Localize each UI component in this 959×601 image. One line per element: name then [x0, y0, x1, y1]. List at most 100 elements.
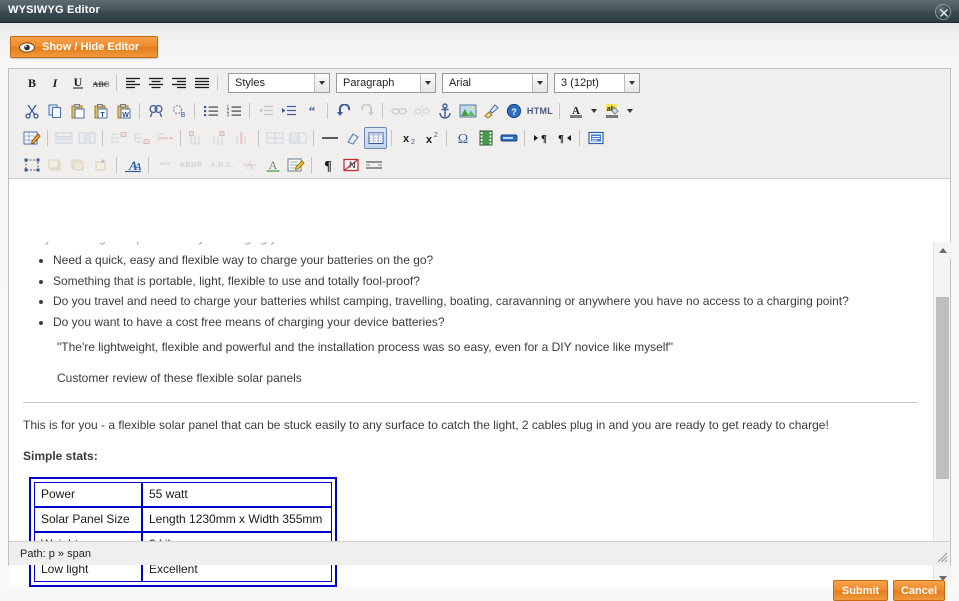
- help-icon[interactable]: ?: [502, 100, 525, 122]
- find-replace-icon[interactable]: B: [167, 100, 190, 122]
- anchor-icon[interactable]: [433, 100, 456, 122]
- svg-text:U: U: [73, 76, 82, 89]
- eye-icon: [19, 42, 35, 53]
- indent-icon[interactable]: [277, 100, 300, 122]
- toolbar-separator: [313, 130, 314, 146]
- insert-text-icon[interactable]: A: [261, 154, 284, 176]
- scroll-up-button[interactable]: [934, 242, 951, 259]
- insert-layer-box-icon[interactable]: [20, 154, 43, 176]
- text-color-chevron-icon[interactable]: [587, 100, 600, 122]
- close-icon[interactable]: [935, 4, 951, 20]
- font-size-dropdown[interactable]: 3 (12pt): [554, 73, 640, 93]
- delete-row-icon[interactable]: [153, 127, 176, 149]
- undo-icon[interactable]: [332, 100, 355, 122]
- toggle-guidelines-icon[interactable]: [364, 127, 387, 149]
- row-properties-icon[interactable]: [52, 127, 75, 149]
- list-item: Need a quick, easy and flexible way to c…: [53, 253, 917, 268]
- horizontal-rule-icon[interactable]: [318, 127, 341, 149]
- text-color-icon[interactable]: A: [564, 100, 587, 122]
- absolute-position-icon[interactable]: [89, 154, 112, 176]
- table-properties-icon[interactable]: [20, 127, 43, 149]
- strikethrough-button[interactable]: ABC: [89, 72, 112, 94]
- align-left-button[interactable]: [121, 72, 144, 94]
- style-props-icon[interactable]: AA: [121, 154, 144, 176]
- merge-cells-icon[interactable]: [286, 127, 309, 149]
- visual-blocks-icon[interactable]: [584, 127, 607, 149]
- paste-icon[interactable]: [66, 100, 89, 122]
- link-icon[interactable]: [387, 100, 410, 122]
- chevron-down-icon: [420, 74, 435, 92]
- page-break-icon[interactable]: [362, 154, 385, 176]
- element-path[interactable]: Path: p » span: [20, 548, 91, 560]
- styles-dropdown[interactable]: Styles: [228, 73, 330, 93]
- delete-column-icon[interactable]: [231, 127, 254, 149]
- cell-properties-icon[interactable]: [75, 127, 98, 149]
- align-right-button[interactable]: [167, 72, 190, 94]
- svg-text:¶: ¶: [324, 159, 332, 173]
- paste-from-word-icon[interactable]: W: [112, 100, 135, 122]
- attributes-icon[interactable]: [284, 154, 307, 176]
- toolbar-separator: [579, 130, 580, 146]
- bold-button[interactable]: B: [20, 72, 43, 94]
- ordered-list-icon[interactable]: 123: [222, 100, 245, 122]
- insert-column-before-icon[interactable]: [185, 127, 208, 149]
- font-family-dropdown-value: Arial: [443, 77, 532, 89]
- svg-text:B: B: [27, 76, 35, 90]
- special-character-icon[interactable]: Ω: [451, 127, 474, 149]
- split-cells-icon[interactable]: [263, 127, 286, 149]
- cut-icon[interactable]: [20, 100, 43, 122]
- insert-layer-icon[interactable]: [497, 127, 520, 149]
- superscript-icon[interactable]: x2: [419, 127, 442, 149]
- unlink-icon[interactable]: [410, 100, 433, 122]
- unordered-list-icon[interactable]: [199, 100, 222, 122]
- scroll-thumb[interactable]: [936, 297, 949, 479]
- acronym-icon[interactable]: A.B.C.: [206, 154, 238, 176]
- image-icon[interactable]: [456, 100, 479, 122]
- background-color-chevron-icon[interactable]: [623, 100, 636, 122]
- font-family-dropdown[interactable]: Arial: [442, 73, 548, 93]
- rtl-icon[interactable]: ¶: [552, 127, 575, 149]
- insert-row-after-icon[interactable]: [130, 127, 153, 149]
- citation-icon[interactable]: “”: [153, 154, 176, 176]
- chevron-down-icon: [314, 74, 329, 92]
- html-source-icon[interactable]: HTML: [525, 100, 555, 122]
- editor-content-area[interactable]: Are you looking for a portable way of ch…: [9, 242, 950, 587]
- align-center-button[interactable]: [144, 72, 167, 94]
- list-item: Do you want to have a cost free means of…: [53, 315, 917, 330]
- insert-column-after-icon[interactable]: [208, 127, 231, 149]
- underline-button[interactable]: U: [66, 72, 89, 94]
- find-icon[interactable]: [144, 100, 167, 122]
- subscript-icon[interactable]: x2: [396, 127, 419, 149]
- italic-button[interactable]: I: [43, 72, 66, 94]
- nonbreaking-space-icon[interactable]: N: [339, 154, 362, 176]
- toolbar-separator: [116, 75, 117, 91]
- abbreviation-label: ABBR: [180, 160, 203, 169]
- outdent-icon[interactable]: [254, 100, 277, 122]
- ltr-icon[interactable]: ¶: [529, 127, 552, 149]
- toolbar-separator: [446, 130, 447, 146]
- svg-text:2: 2: [411, 139, 415, 145]
- media-icon[interactable]: [474, 127, 497, 149]
- background-color-icon[interactable]: ab: [600, 100, 623, 122]
- cleanup-icon[interactable]: [479, 100, 502, 122]
- insert-row-before-icon[interactable]: [107, 127, 130, 149]
- redo-icon[interactable]: [355, 100, 378, 122]
- move-forward-icon[interactable]: [43, 154, 66, 176]
- abbreviation-icon[interactable]: ABBR: [176, 154, 206, 176]
- remove-format-icon[interactable]: [341, 127, 364, 149]
- copy-icon[interactable]: [43, 100, 66, 122]
- show-hide-editor-button[interactable]: Show / Hide Editor: [10, 36, 158, 58]
- delete-text-icon[interactable]: A: [238, 154, 261, 176]
- paragraph-dropdown[interactable]: Paragraph: [336, 73, 436, 93]
- resize-grip-icon[interactable]: [935, 550, 948, 563]
- show-invisible-icon[interactable]: ¶: [316, 154, 339, 176]
- document-body[interactable]: Are you looking for a portable way of ch…: [9, 242, 931, 587]
- content-vertical-scrollbar[interactable]: [933, 242, 950, 587]
- blockquote-icon[interactable]: “: [300, 100, 323, 122]
- stats-heading: Simple stats:: [23, 449, 917, 464]
- svg-text:x: x: [425, 134, 432, 145]
- paste-as-text-icon[interactable]: T: [89, 100, 112, 122]
- toolbar-separator: [148, 157, 149, 173]
- align-justify-button[interactable]: [190, 72, 213, 94]
- move-backward-icon[interactable]: [66, 154, 89, 176]
